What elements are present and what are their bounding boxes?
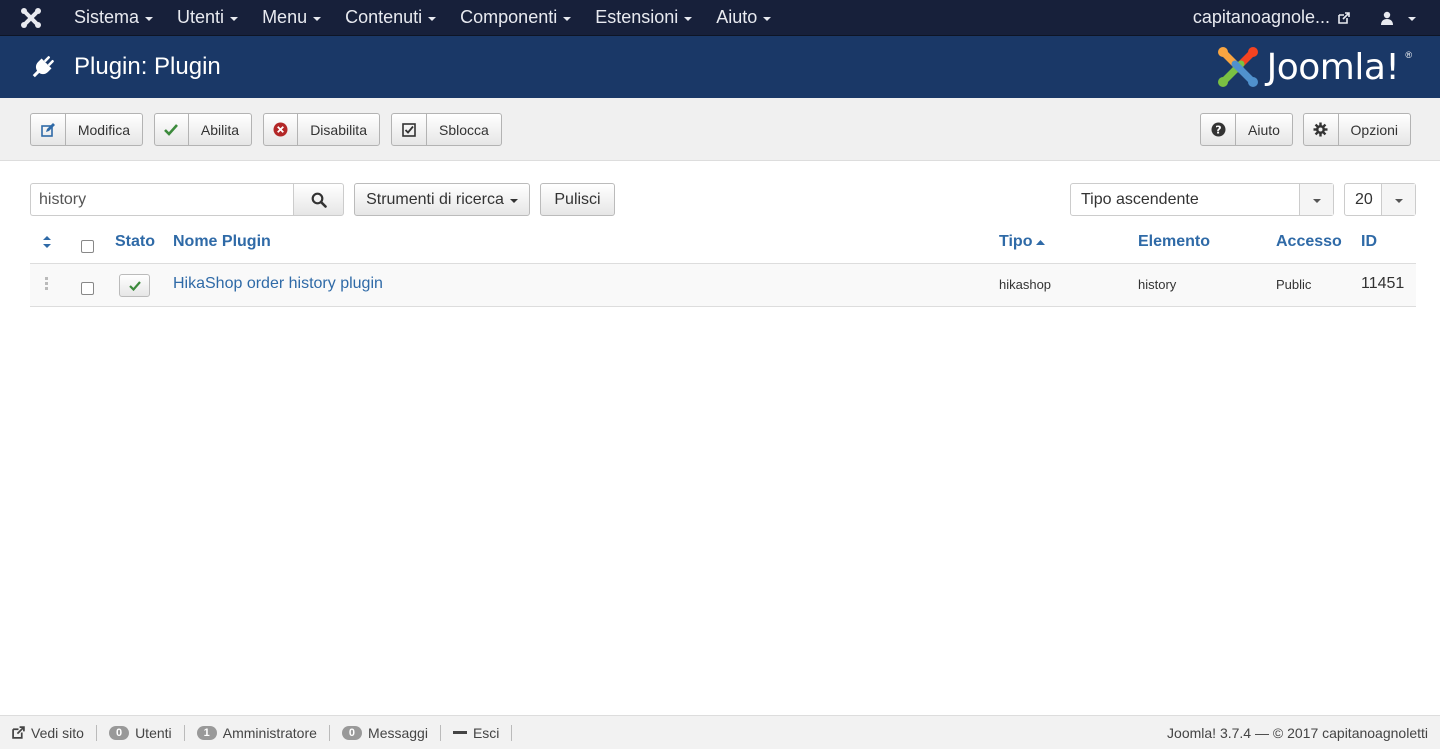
plugin-element: history: [1138, 277, 1177, 292]
toolbar: Modifica Abilita Disabilita Sblocca ? Ai…: [0, 98, 1440, 161]
logout-link[interactable]: Esci: [441, 724, 513, 741]
external-link-icon: [12, 726, 25, 739]
disable-button[interactable]: Disabilita: [263, 113, 380, 146]
status-footer: Vedi sito 0 Utenti 1 Amministratore 0 Me…: [0, 715, 1440, 749]
search-input[interactable]: [30, 183, 294, 216]
options-button[interactable]: Opzioni: [1303, 113, 1411, 146]
footer-version: Joomla! 3.7.4 — © 2017 capitanoagnoletti: [1167, 725, 1440, 741]
menu-aiuto[interactable]: Aiuto: [704, 0, 783, 36]
plugin-id: 11451: [1361, 275, 1405, 292]
view-site-link[interactable]: Vedi sito: [0, 724, 97, 741]
joomla-icon[interactable]: [0, 0, 62, 36]
admins-link[interactable]: 1 Amministratore: [185, 724, 330, 741]
brand-wordmark: Joomla!: [1266, 46, 1400, 88]
visitors-link[interactable]: 0 Utenti: [97, 724, 185, 741]
menu-componenti[interactable]: Componenti: [448, 0, 583, 36]
edit-button[interactable]: Modifica: [30, 113, 143, 146]
check-icon: [128, 280, 141, 291]
navbar-right: capitanoagnole...: [1193, 0, 1440, 36]
caret-down-icon: [563, 16, 572, 21]
ordering-select[interactable]: Tipo ascendente: [1070, 183, 1334, 216]
caret-down-icon: [428, 16, 437, 21]
menu-sistema[interactable]: Sistema: [62, 0, 165, 36]
question-circle-icon: ?: [1201, 114, 1236, 145]
menu-menu[interactable]: Menu: [250, 0, 333, 36]
search-button[interactable]: [293, 183, 344, 216]
select-all-checkbox[interactable]: [81, 240, 94, 253]
plug-icon: [32, 56, 54, 78]
help-button[interactable]: ? Aiuto: [1200, 113, 1293, 146]
column-access[interactable]: Accesso: [1276, 233, 1342, 251]
site-link[interactable]: capitanoagnole...: [1193, 7, 1380, 28]
caret-down-icon: [763, 16, 772, 21]
column-status[interactable]: Stato: [115, 233, 155, 251]
joomla-brand-icon: [1217, 47, 1258, 87]
visitors-badge: 0: [108, 725, 130, 740]
caret-down-icon: [509, 198, 518, 203]
unlock-button[interactable]: Sblocca: [391, 113, 502, 146]
registered-mark: ®: [1405, 50, 1412, 60]
column-type[interactable]: Tipo: [999, 233, 1046, 251]
user-menu[interactable]: [1380, 11, 1440, 25]
user-icon: [1381, 11, 1393, 25]
messages-badge: 0: [341, 725, 363, 740]
status-toggle-button[interactable]: [119, 274, 150, 297]
caret-down-icon: [684, 16, 693, 21]
column-id[interactable]: ID: [1361, 233, 1377, 251]
menu-estensioni[interactable]: Estensioni: [583, 0, 704, 36]
version-text: Joomla! 3.7.4: [1167, 724, 1252, 741]
chevron-down-icon: [1381, 184, 1415, 215]
sort-ordering-icon[interactable]: [42, 235, 52, 253]
caret-down-icon: [313, 16, 322, 21]
enable-button[interactable]: Abilita: [154, 113, 252, 146]
messages-link[interactable]: 0 Messaggi: [330, 724, 441, 741]
row-checkbox[interactable]: [81, 282, 94, 295]
caret-down-icon: [230, 16, 239, 21]
plugin-type: hikashop: [999, 277, 1052, 292]
plugin-access: Public: [1276, 277, 1312, 292]
plugin-name-link[interactable]: HikaShop order history plugin: [173, 275, 383, 293]
menu-contenuti[interactable]: Contenuti: [333, 0, 448, 36]
minus-icon: [452, 730, 467, 734]
top-navbar: Sistema Utenti Menu Contenuti Componenti…: [0, 0, 1440, 36]
copyright-text: — © 2017 capitanoagnoletti: [1255, 724, 1428, 741]
limit-select[interactable]: 20: [1344, 183, 1416, 216]
page-header: Plugin: Plugin Joomla! ®: [0, 36, 1440, 98]
search-icon: [311, 192, 327, 208]
gear-icon: [1304, 114, 1339, 145]
svg-text:?: ?: [1215, 124, 1221, 137]
drag-handle-icon[interactable]: [45, 277, 49, 295]
column-element[interactable]: Elemento: [1138, 233, 1210, 251]
chevron-down-icon: [1299, 184, 1333, 215]
caret-down-icon: [1408, 16, 1416, 21]
cancel-circle-icon: [264, 114, 299, 145]
edit-icon: [31, 114, 66, 145]
external-link-icon: [1338, 11, 1350, 24]
page-title: Plugin: Plugin: [74, 53, 221, 80]
menu-utenti[interactable]: Utenti: [165, 0, 250, 36]
caret-down-icon: [145, 16, 154, 21]
search-tools-button[interactable]: Strumenti di ricerca: [354, 183, 530, 216]
check-icon: [155, 114, 189, 145]
column-name[interactable]: Nome Plugin: [173, 233, 271, 251]
joomla-logo: Joomla! ®: [1215, 44, 1412, 90]
admins-badge: 1: [196, 725, 217, 740]
checkbox-checked-icon: [392, 114, 427, 145]
sort-asc-icon: [1036, 240, 1046, 245]
table-divider: [30, 306, 1416, 307]
clear-button[interactable]: Pulisci: [540, 183, 615, 216]
